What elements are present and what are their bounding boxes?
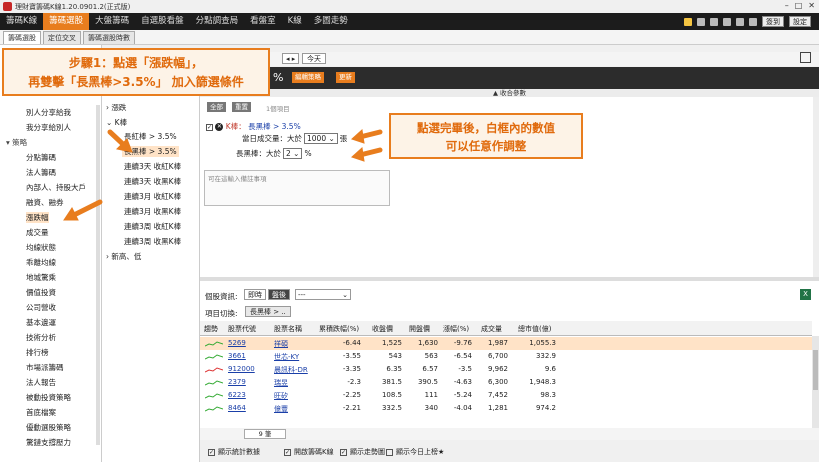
arrow-to-sidebar xyxy=(69,199,103,219)
arrow-to-body-head xyxy=(351,147,365,162)
annotation-arrows xyxy=(63,129,383,221)
arrow-to-volume-head xyxy=(351,129,365,144)
